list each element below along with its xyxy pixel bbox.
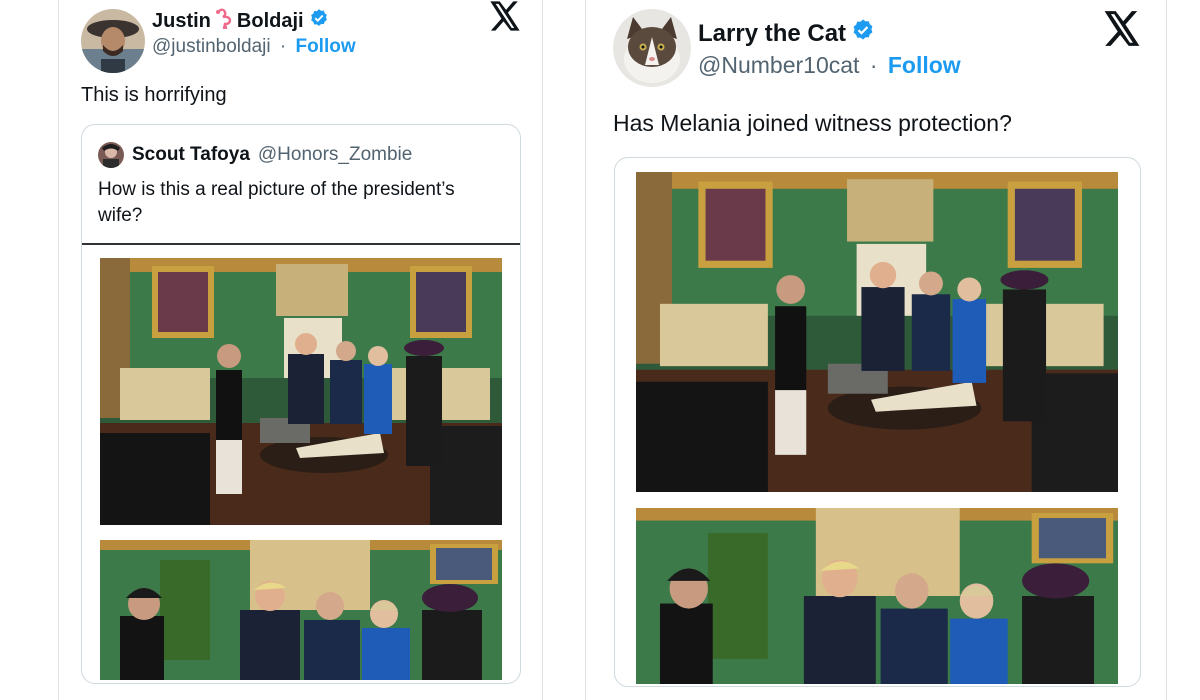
quoted-tweet[interactable]: Scout Tafoya @Honors_Zombie How is this … <box>81 124 521 684</box>
handle-row: @Number10cat · Follow <box>698 52 961 79</box>
author-last-name: Boldaji <box>236 9 304 32</box>
quoted-photo-2[interactable] <box>100 540 502 680</box>
follow-button[interactable]: Follow <box>888 52 961 78</box>
author-handle[interactable]: @Number10cat <box>698 52 859 78</box>
tweet-text: This is horrifying <box>81 84 227 106</box>
verified-badge-icon <box>309 8 329 34</box>
avatar-scout <box>98 142 124 168</box>
media-container[interactable] <box>614 157 1141 687</box>
quoted-author-handle: @Honors_Zombie <box>257 144 413 165</box>
avatar-larry[interactable] <box>613 9 691 87</box>
author-name-text: Larry the Cat <box>698 19 847 47</box>
tweet-photo-1[interactable] <box>636 172 1118 492</box>
tweet-card-left: Justin Boldaji @justinboldaji · Follow T… <box>58 0 543 700</box>
quoted-text-line2: wife? <box>98 205 143 226</box>
quoted-text-line1: How is this a real picture of the presid… <box>98 179 455 200</box>
divider <box>82 243 520 245</box>
separator: · <box>869 52 878 78</box>
quoted-author-name-text: Scout Tafoya <box>132 144 250 165</box>
quoted-photo-1[interactable] <box>100 258 502 525</box>
separator: · <box>279 36 287 57</box>
handle-row: @justinboldaji · Follow <box>152 36 356 58</box>
avatar-justin[interactable] <box>81 9 145 73</box>
tweet-card-right: Larry the Cat @Number10cat · Follow Has … <box>585 0 1167 700</box>
verified-badge-icon <box>851 18 875 49</box>
x-logo-icon[interactable] <box>1103 11 1141 51</box>
follow-button[interactable]: Follow <box>295 36 355 57</box>
author-handle[interactable]: @justinboldaji <box>152 36 271 57</box>
quoted-author-name: Scout Tafoya @Honors_Zombie <box>132 144 412 166</box>
flamingo-emoji-icon <box>213 7 235 35</box>
tweet-text: Has Melania joined witness protection? <box>613 110 1012 136</box>
author-name[interactable]: Justin Boldaji <box>152 7 329 35</box>
author-first-name: Justin <box>152 9 211 32</box>
author-name[interactable]: Larry the Cat <box>698 18 875 49</box>
x-logo-icon[interactable] <box>489 1 521 36</box>
tweet-photo-2[interactable] <box>636 508 1118 684</box>
